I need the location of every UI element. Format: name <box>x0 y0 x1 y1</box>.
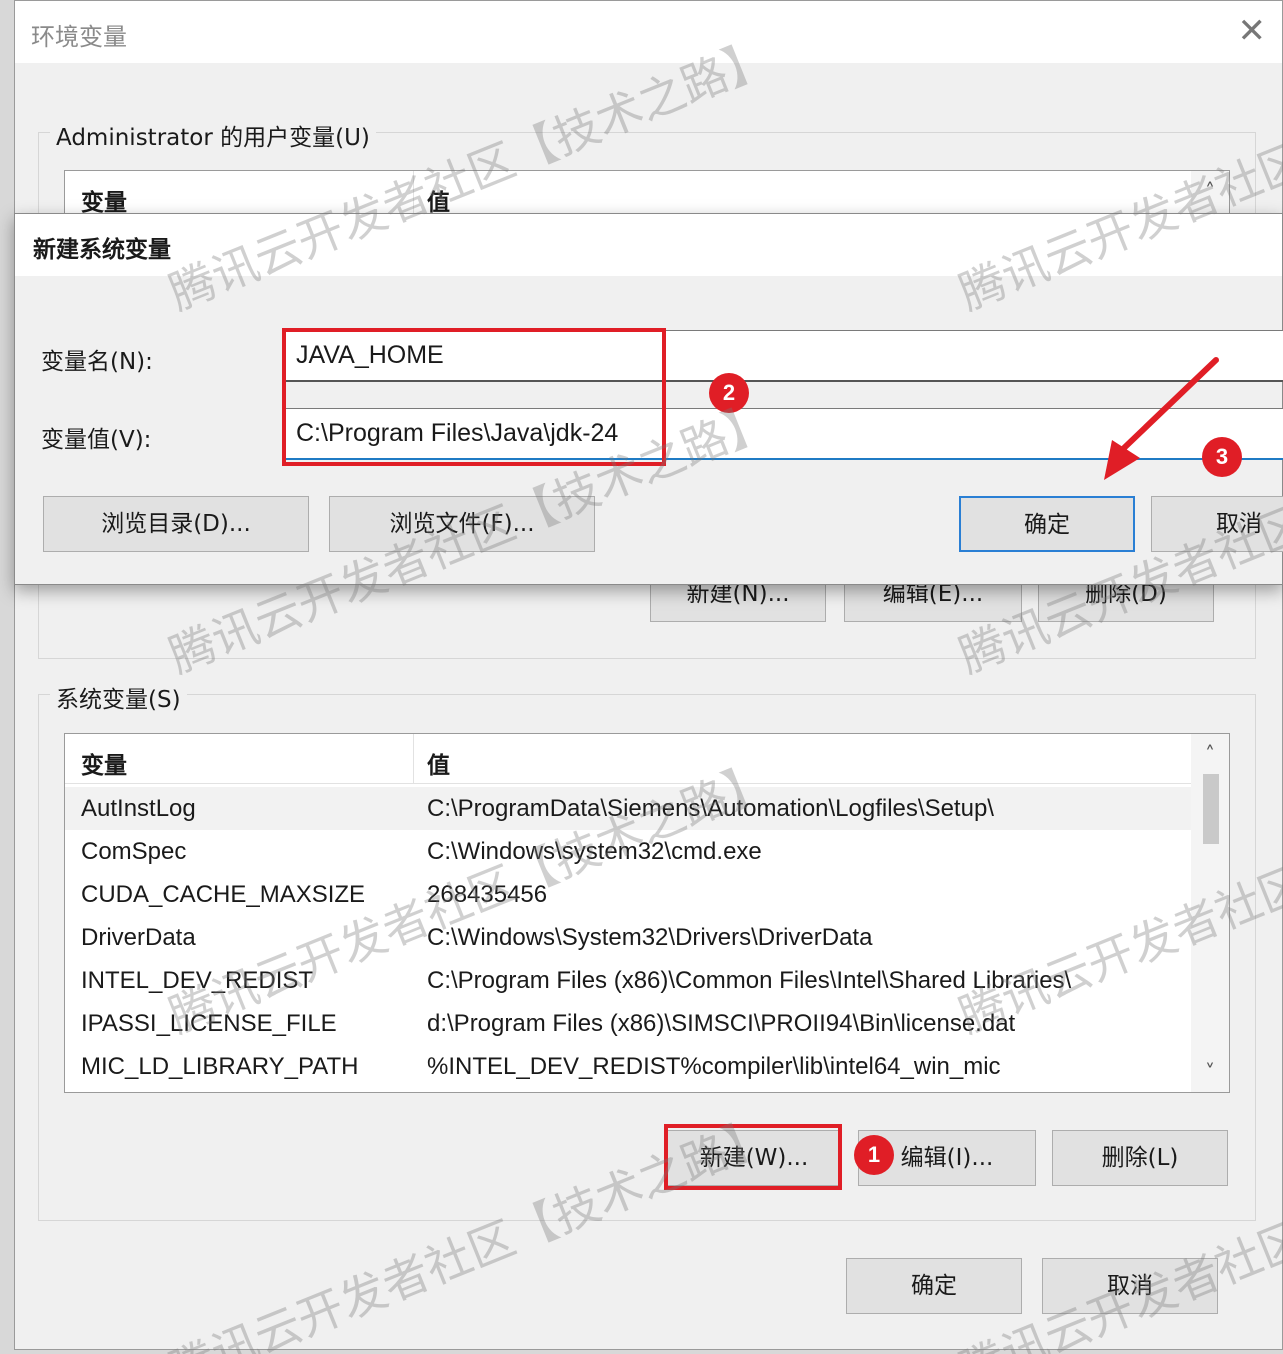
column-header-variable[interactable]: 变量 <box>81 746 127 780</box>
variable-value: 268435456 <box>427 881 548 908</box>
system-delete-button[interactable]: 删除(L) <box>1052 1130 1228 1186</box>
table-row[interactable]: ComSpec C:\Windows\system32\cmd.exe <box>65 830 1191 873</box>
table-row[interactable]: DriverData C:\Windows\System32\Drivers\D… <box>65 916 1191 959</box>
dialog-cancel-button[interactable]: 取消 <box>1151 496 1283 552</box>
column-header-variable[interactable]: 变量 <box>81 183 127 217</box>
variable-name: ComSpec <box>81 838 187 865</box>
table-row[interactable]: INTEL_DEV_REDIST C:\Program Files (x86)\… <box>65 959 1191 1002</box>
variable-value: d:\Program Files (x86)\SIMSCI\PROII94\Bi… <box>427 1010 1016 1037</box>
variable-name: MIC_LD_LIBRARY_PATH <box>81 1053 359 1080</box>
variable-value: C:\Windows\system32\cmd.exe <box>427 838 762 865</box>
close-icon[interactable]: ✕ <box>1238 11 1267 51</box>
list-header: 变量 值 <box>65 734 1191 784</box>
highlight-box-inputs <box>282 328 666 466</box>
variable-name: INTEL_DEV_REDIST <box>81 967 314 994</box>
scroll-up-icon[interactable]: ˄ <box>1191 179 1229 203</box>
user-variables-label: Administrator 的用户变量(U) <box>50 118 376 152</box>
variable-name: IPASSI_LICENSE_FILE <box>81 1010 337 1037</box>
env-cancel-button[interactable]: 取消 <box>1042 1258 1218 1314</box>
scrollbar-thumb[interactable] <box>1203 774 1219 844</box>
system-variables-list[interactable]: 变量 值 AutInstLog C:\ProgramData\Siemens\A… <box>64 733 1230 1093</box>
column-divider[interactable] <box>413 734 414 784</box>
dialog-ok-button[interactable]: 确定 <box>959 496 1135 552</box>
system-variables-label: 系统变量(S) <box>50 680 187 714</box>
step-badge-3: 3 <box>1202 437 1242 477</box>
variable-value: C:\Windows\System32\Drivers\DriverData <box>427 924 873 951</box>
variable-value: C:\ProgramData\Siemens\Automation\Logfil… <box>427 795 994 822</box>
table-row[interactable]: IPASSI_LICENSE_FILE d:\Program Files (x8… <box>65 1002 1191 1045</box>
table-row[interactable]: AutInstLog C:\ProgramData\Siemens\Automa… <box>65 787 1191 830</box>
variable-value: %INTEL_DEV_REDIST%compiler\lib\intel64_w… <box>427 1053 1001 1080</box>
dialog-titlebar: 新建系统变量 <box>15 214 1282 276</box>
column-header-value[interactable]: 值 <box>427 183 450 217</box>
variable-name-label: 变量名(N): <box>41 349 153 375</box>
variable-name: DriverData <box>81 924 196 951</box>
window-titlebar: 环境变量 ✕ <box>15 1 1282 63</box>
step-badge-1: 1 <box>854 1135 894 1175</box>
column-header-value[interactable]: 值 <box>427 746 450 780</box>
variable-value: C:\Program Files (x86)\Common Files\Inte… <box>427 967 1072 994</box>
variable-name: CUDA_CACHE_MAXSIZE <box>81 881 366 908</box>
table-row[interactable]: MIC_LD_LIBRARY_PATH %INTEL_DEV_REDIST%co… <box>65 1045 1191 1088</box>
dialog-title: 新建系统变量 <box>33 237 171 263</box>
step-badge-2: 2 <box>709 373 749 413</box>
highlight-box-new-button <box>664 1124 842 1190</box>
window-title: 环境变量 <box>31 23 127 51</box>
variable-name: AutInstLog <box>81 795 196 822</box>
env-ok-button[interactable]: 确定 <box>846 1258 1022 1314</box>
scroll-down-icon[interactable]: ˅ <box>1191 1060 1229 1084</box>
system-list-scrollbar[interactable]: ˄ ˅ <box>1191 734 1229 1092</box>
browse-directory-button[interactable]: 浏览目录(D)... <box>43 496 309 552</box>
scroll-up-icon[interactable]: ˄ <box>1191 742 1229 766</box>
browse-file-button[interactable]: 浏览文件(F)... <box>329 496 595 552</box>
variable-value-label: 变量值(V): <box>41 427 152 453</box>
table-row[interactable]: CUDA_CACHE_MAXSIZE 268435456 <box>65 873 1191 916</box>
